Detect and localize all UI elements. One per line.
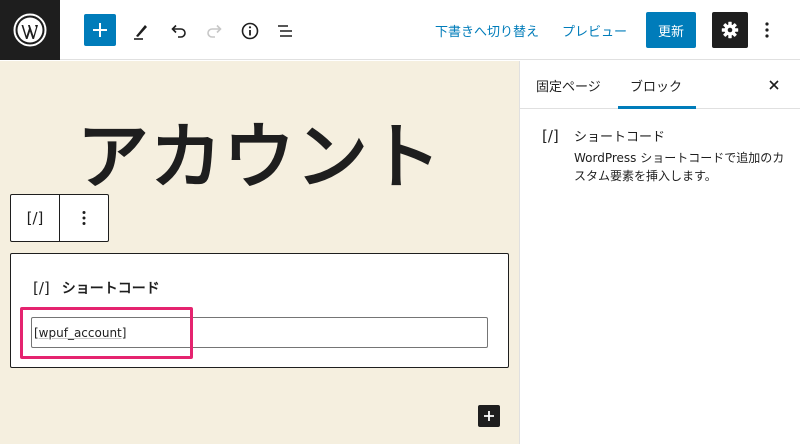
switch-to-draft-button[interactable]: 下書きへ切り替え <box>435 19 539 41</box>
undo-button[interactable] <box>166 18 192 44</box>
redo-icon <box>207 24 222 38</box>
block-card-description: WordPress ショートコードで追加のカスタム要素を挿入します。 <box>574 151 785 183</box>
page-title[interactable]: アカウント <box>0 121 519 193</box>
update-button[interactable]: 更新 <box>646 12 696 48</box>
kebab-icon <box>82 211 86 225</box>
options-button[interactable] <box>756 14 778 46</box>
info-icon <box>241 22 259 40</box>
block-type-button[interactable]: [/] <box>11 195 60 241</box>
kebab-icon <box>765 22 769 38</box>
list-view-icon <box>278 25 292 37</box>
list-view-button[interactable] <box>272 18 298 44</box>
add-block-button[interactable] <box>84 14 116 46</box>
editor-canvas[interactable]: アカウント [/] [/] ショートコード [wpuf_account] <box>0 61 519 444</box>
close-sidebar-button[interactable] <box>762 73 786 97</box>
gear-icon <box>721 21 739 39</box>
block-appender-button[interactable] <box>478 405 500 427</box>
plus-icon <box>93 23 107 37</box>
plus-icon <box>484 411 494 421</box>
settings-button[interactable] <box>712 12 748 48</box>
shortcode-block[interactable]: [/] ショートコード [wpuf_account] <box>10 253 509 368</box>
tab-block[interactable]: ブロック <box>617 61 697 109</box>
wordpress-logo-icon[interactable] <box>0 0 60 60</box>
shortcode-input[interactable]: [wpuf_account] <box>31 317 488 348</box>
settings-sidebar: 固定ページ ブロック [/] ショートコード WordPress ショートコード… <box>519 61 800 444</box>
redo-button[interactable] <box>201 18 227 44</box>
editor-header: 下書きへ切り替え プレビュー 更新 <box>0 0 800 60</box>
pencil-icon <box>134 25 147 40</box>
preview-button[interactable]: プレビュー <box>562 19 627 41</box>
shortcode-block-header: [/] ショートコード <box>33 278 160 298</box>
sidebar-tabs: 固定ページ ブロック <box>520 61 800 109</box>
shortcode-block-title: ショートコード <box>61 281 160 297</box>
close-icon <box>769 80 779 90</box>
block-toolbar: [/] <box>10 194 109 242</box>
tools-button[interactable] <box>128 18 154 44</box>
block-card-icon: [/] <box>542 127 559 145</box>
shortcode-icon: [/] <box>33 279 50 297</box>
block-options-button[interactable] <box>60 195 108 241</box>
block-card-title: ショートコード <box>574 130 666 145</box>
details-button[interactable] <box>237 18 263 44</box>
undo-icon <box>171 24 186 38</box>
tab-page[interactable]: 固定ページ <box>536 61 601 109</box>
